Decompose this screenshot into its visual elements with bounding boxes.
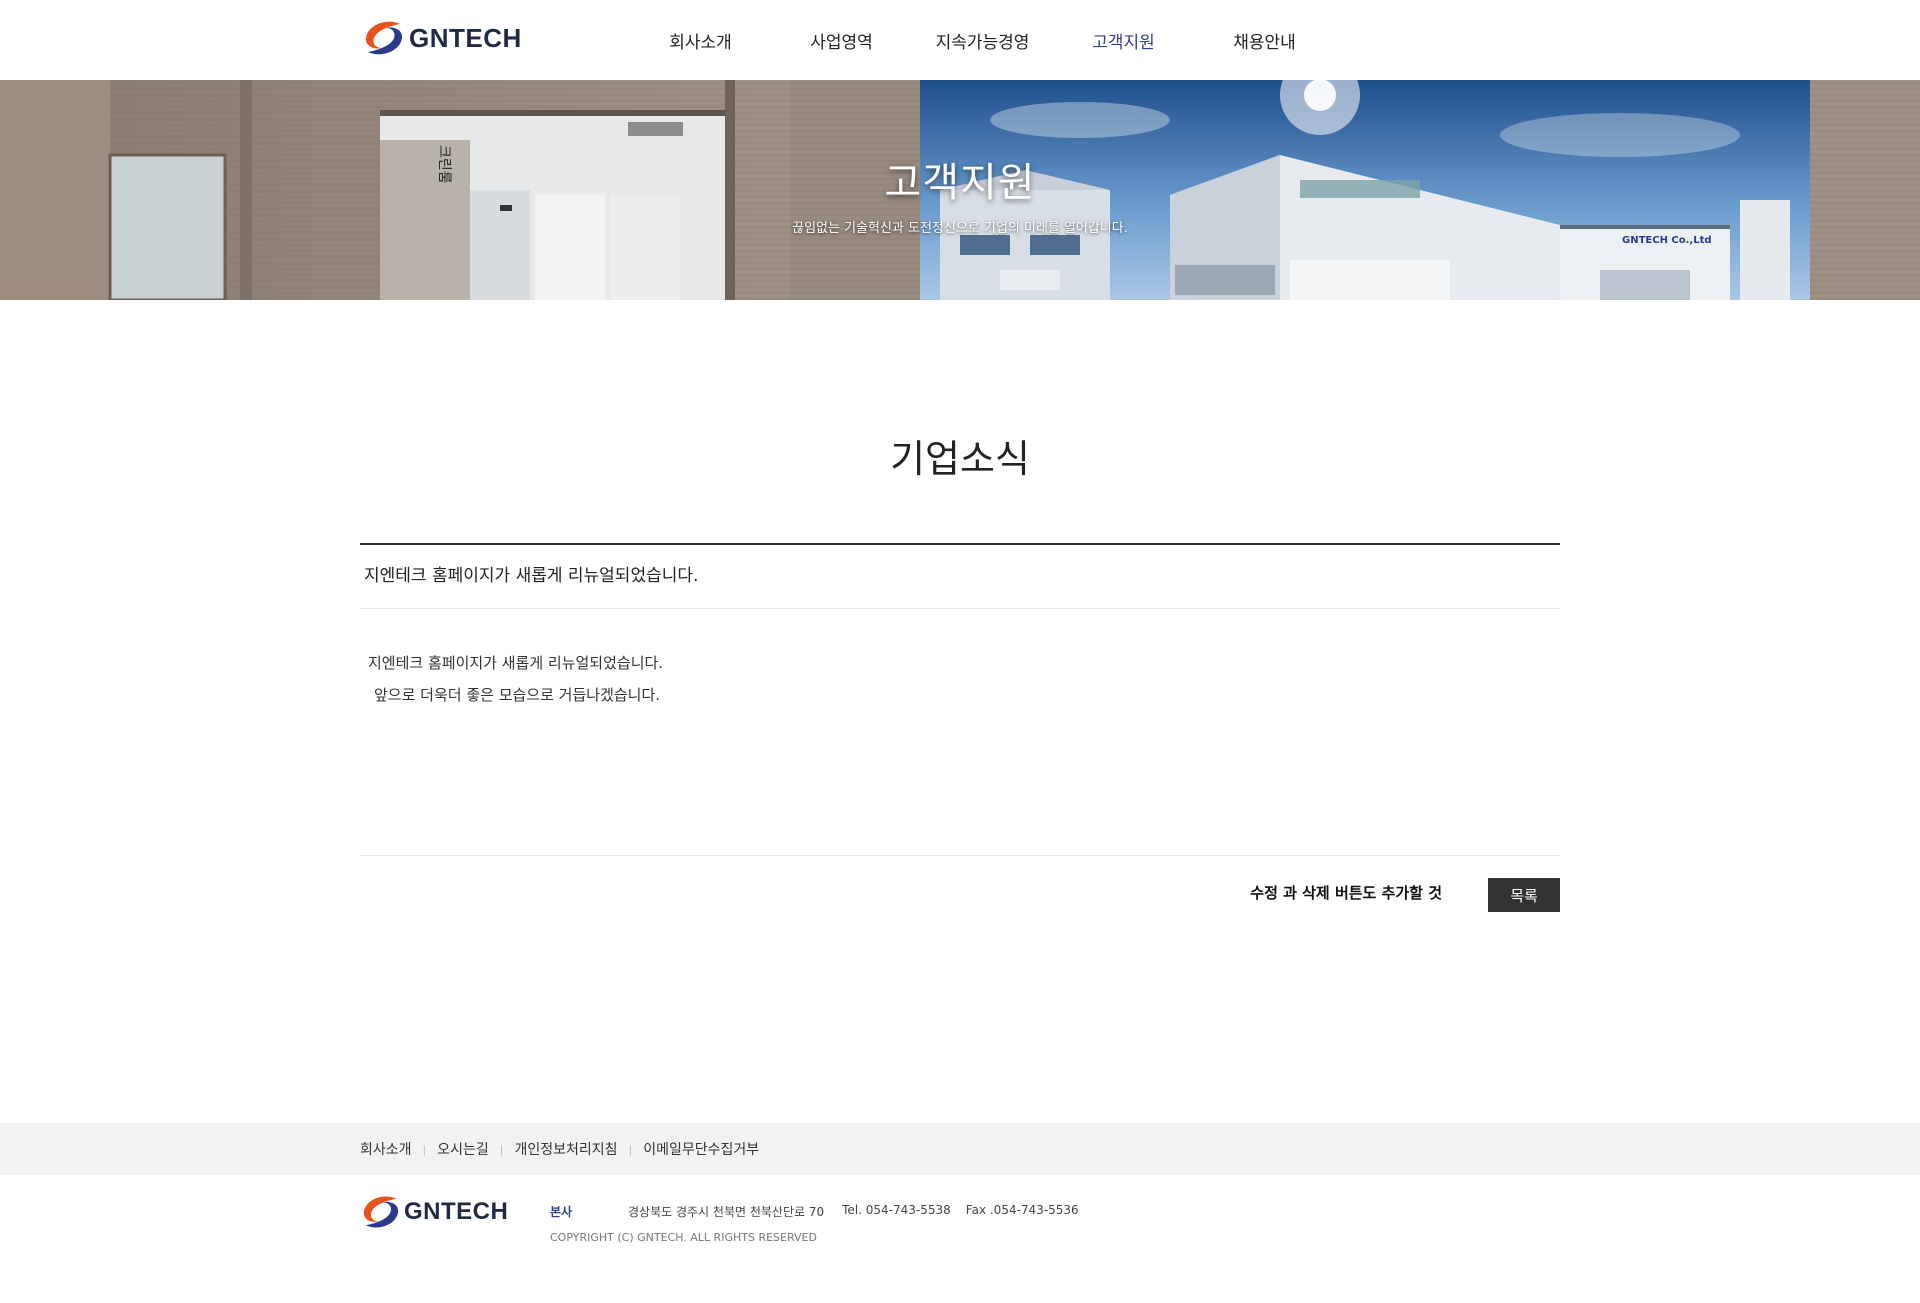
post-body-line: 앞으로 더욱더 좋은 모습으로 거듭나겠습니다. <box>374 686 661 704</box>
footer-links: 회사소개 | 오시는길 | 개인정보처리지침 | 이메일무단수집거부 <box>360 1123 759 1175</box>
post-view: 지엔테크 홈페이지가 새롭게 리뉴얼되었습니다. 지엔테크 홈페이지가 새롭게 … <box>360 543 1560 926</box>
footer-logo[interactable]: GNTECH <box>360 1193 508 1231</box>
footer-link-separator: | <box>628 1142 633 1156</box>
footer-link-company[interactable]: 회사소개 <box>360 1139 412 1159</box>
post-body-line: 지엔테크 홈페이지가 새롭게 리뉴얼되었습니다. <box>368 654 664 672</box>
banner-title: 고객지원 <box>884 160 1036 206</box>
header-logo[interactable]: GNTECH <box>362 18 522 58</box>
post-subject: 지엔테크 홈페이지가 새롭게 리뉴얼되었습니다. <box>360 545 1560 609</box>
developer-note: 수정 과 삭제 버튼도 추가할 것 <box>1250 884 1442 902</box>
footer-link-separator: | <box>499 1142 504 1156</box>
address: 경상북도 경주시 천북면 천북산단로 70 <box>628 1205 825 1219</box>
copyright: COPYRIGHT (C) GNTECH. ALL RIGHTS RESERVE… <box>550 1231 817 1244</box>
footer-link-separator: | <box>422 1142 427 1156</box>
telephone: Tel. 054-743-5538 <box>842 1203 951 1217</box>
footer-link-email-refusal[interactable]: 이메일무단수집거부 <box>643 1139 759 1159</box>
hero-banner: 크린룸 GNTECH Co.,Ltd 고객지원 끊임없는 기술혁신과 도전정신으… <box>0 80 1920 300</box>
gntech-swoosh-icon <box>365 21 403 55</box>
list-button[interactable]: 목록 <box>1488 878 1560 912</box>
post-actions: 수정 과 삭제 버튼도 추가할 것 목록 <box>360 856 1560 926</box>
fax: Fax .054-743-5536 <box>965 1203 1079 1217</box>
nav-item-company[interactable]: 회사소개 <box>630 0 771 80</box>
building-sign: GNTECH Co.,Ltd <box>1622 235 1712 246</box>
nav-item-recruitment[interactable]: 채용안내 <box>1194 0 1335 80</box>
nav-item-customer-support[interactable]: 고객지원 <box>1053 0 1194 80</box>
hq-label: 본사 <box>550 1205 573 1219</box>
gntech-swoosh-icon <box>363 1196 399 1228</box>
page-title: 기업소식 <box>890 437 1030 481</box>
site-header: GNTECH 회사소개 사업영역 지속가능경영 고객지원 채용안내 <box>0 0 1920 80</box>
logo-text: GNTECH <box>404 1198 509 1225</box>
post-body: 지엔테크 홈페이지가 새롭게 리뉴얼되었습니다. 앞으로 더욱더 좋은 모습으로… <box>360 609 1560 856</box>
company-info: 본사 경상북도 경주시 천북면 천북산단로 70 Tel. 054-743-55… <box>550 1203 1079 1220</box>
logo-text: GNTECH <box>409 22 522 53</box>
banner-subtitle: 끊임없는 기술혁신과 도전정신으로 기업의 미래를 열어갑니다. <box>792 221 1128 236</box>
footer-link-privacy[interactable]: 개인정보처리지침 <box>515 1139 618 1159</box>
nav-item-sustainability[interactable]: 지속가능경영 <box>912 0 1053 80</box>
main-nav: 회사소개 사업영역 지속가능경영 고객지원 채용안내 <box>630 0 1335 80</box>
footer-links-bar: 회사소개 | 오시는길 | 개인정보처리지침 | 이메일무단수집거부 <box>0 1123 1920 1175</box>
footer-link-directions[interactable]: 오시는길 <box>437 1139 489 1159</box>
nav-item-business[interactable]: 사업영역 <box>771 0 912 80</box>
